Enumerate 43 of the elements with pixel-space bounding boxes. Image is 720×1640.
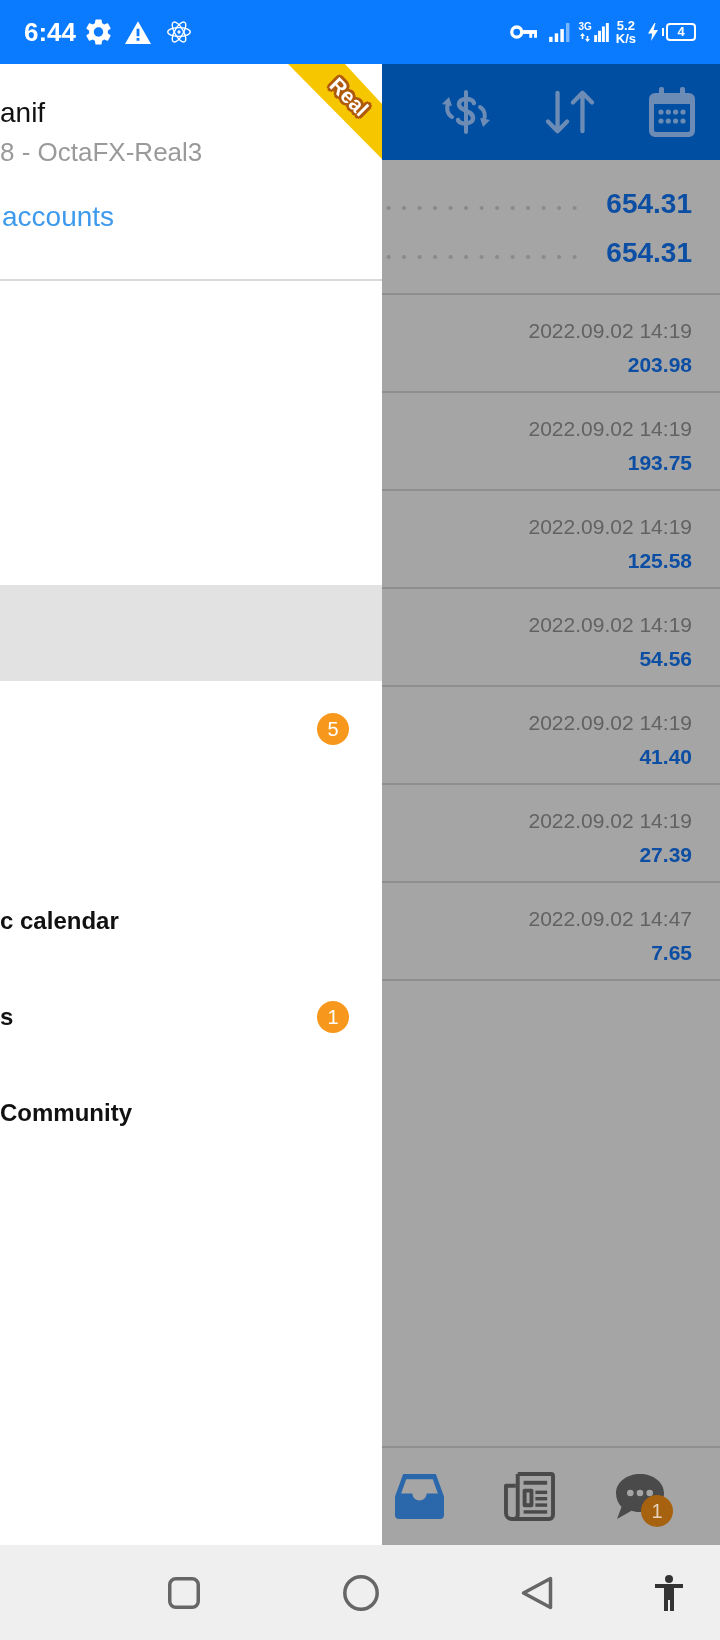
deal-time: 2022.09.02 14:19 xyxy=(528,612,692,638)
bottom-tab[interactable] xyxy=(395,1474,444,1519)
inbox-tray-icon xyxy=(395,1474,444,1519)
deal-time: 2022.09.02 14:19 xyxy=(528,808,692,834)
deal-time: 2022.09.02 14:19 xyxy=(528,416,692,442)
warning-icon xyxy=(125,20,152,44)
network-type-label: 3G xyxy=(578,22,592,32)
signal-icon xyxy=(592,22,610,42)
home-icon[interactable] xyxy=(343,1574,379,1611)
network-speed: 5.2 xyxy=(616,19,635,32)
deal-amount: 193.75 xyxy=(627,450,692,476)
deal-amount: 41.40 xyxy=(639,744,692,770)
settings-icon xyxy=(86,19,112,45)
deal-time: 2022.09.02 14:19 xyxy=(528,318,692,344)
deal-amount: 7.65 xyxy=(651,940,692,966)
atom-icon xyxy=(167,20,192,44)
count-badge: 1 xyxy=(317,1001,349,1033)
newspaper-icon xyxy=(504,1472,555,1521)
back-icon[interactable] xyxy=(521,1575,553,1610)
count-badge: 5 xyxy=(317,713,349,745)
recent-apps-icon[interactable] xyxy=(168,1576,200,1609)
summary-value: 654.31 xyxy=(606,235,692,270)
accessibility-icon[interactable] xyxy=(655,1574,683,1611)
clock-time: 6:44 xyxy=(24,17,77,47)
account-name: anif xyxy=(0,96,46,130)
deal-time: 2022.09.02 14:19 xyxy=(528,514,692,540)
currency-exchange-icon[interactable] xyxy=(440,90,492,134)
key-icon xyxy=(510,25,538,39)
deal-amount: 125.58 xyxy=(627,548,692,574)
speed-unit: K/s xyxy=(615,32,636,45)
signal-icon xyxy=(548,22,572,42)
account-server: 8 - OctaFX-Real3 xyxy=(0,137,203,167)
deal-amount: 203.98 xyxy=(627,352,692,378)
bottom-tab[interactable] xyxy=(504,1472,555,1521)
deal-amount: 27.39 xyxy=(639,842,692,868)
summary-value: 654.31 xyxy=(606,186,692,221)
calendar-icon[interactable] xyxy=(648,87,696,137)
data-arrows-icon xyxy=(580,33,591,42)
deal-time: 2022.09.02 14:47 xyxy=(528,906,692,932)
deal-time: 2022.09.02 14:19 xyxy=(528,710,692,736)
unread-badge: 1 xyxy=(641,1495,673,1527)
deal-amount: 54.56 xyxy=(639,646,692,672)
sort-arrows-icon[interactable] xyxy=(544,89,596,135)
